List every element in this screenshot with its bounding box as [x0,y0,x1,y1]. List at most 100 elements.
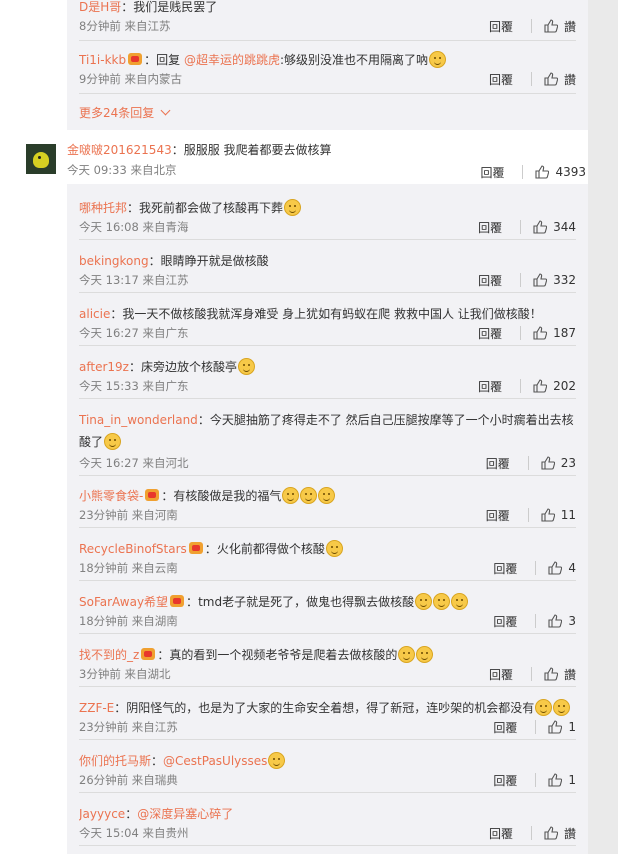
reply-location: 来自广东 [142,379,189,393]
reply-username[interactable]: Ti1i-kkb [79,53,126,67]
reply-username[interactable]: D是H哥 [79,0,121,14]
reply-button[interactable]: 回覆 [478,219,502,236]
reply-username[interactable]: 找不到的_z [79,648,139,662]
emoji-icon [415,593,433,610]
mention-link[interactable]: @CestPasUlysses [163,754,267,768]
reply-username[interactable]: 你们的托马斯 [79,754,151,768]
reply-content: 我们是贱民罢了 [133,0,218,14]
emoji-icon [433,593,451,610]
like-count: 23 [560,456,576,470]
like-button[interactable]: 讚 [544,666,576,683]
reply-username[interactable]: ZZF-E [79,701,114,715]
divider [520,379,522,393]
mention-link[interactable]: @深度异塞心碎了 [137,807,233,821]
thumbs-up-icon [544,19,558,33]
thumbs-up-icon [541,456,555,470]
reply-button[interactable]: 回覆 [478,272,502,289]
reply-item: Ti1i-kkb ：回复 @超幸运的跳跳虎:够级别没准也不用隔离了吶 9分钟前 来… [79,45,576,94]
comment-content: 服服服 我爬着都要去做核算 [183,143,332,157]
reply-button[interactable]: 回覆 [493,772,517,789]
like-button[interactable]: 4393 [535,165,586,179]
like-button[interactable]: 1 [548,720,576,734]
reply-button[interactable]: 回覆 [480,164,504,181]
reply-location: 来自贵州 [142,826,189,840]
reply-button[interactable]: 回覆 [493,719,517,736]
reply-item: Tina_in_wonderland：今天腿抽筋了疼得走不了 然后自己压腿按摩等… [79,405,576,476]
like-button[interactable]: 187 [533,326,576,340]
reply-location: 来自湖南 [131,614,178,628]
reply-button[interactable]: 回覆 [486,455,510,472]
reply-button[interactable]: 回覆 [489,18,513,35]
reply-text: 小熊零食袋- ：有核酸做是我的福气 [79,485,576,507]
emoji-icon [282,487,300,504]
thumbs-up-icon [533,326,548,340]
reply-meta: 9分钟前 来自内蒙古 [79,71,182,87]
divider [535,720,537,734]
mention-link[interactable]: @超幸运的跳跳虎 [184,53,280,67]
reply-content: 我死前都会做了核酸再下葬 [139,201,284,215]
like-button[interactable]: 332 [533,273,576,287]
divider [535,614,537,628]
reply-username[interactable]: 哪种托邦 [79,201,127,215]
reply-prefix: 回复 [156,53,181,67]
reply-time: 3分钟前 [79,667,121,681]
reply-button[interactable]: 回覆 [489,666,513,683]
reply-content: 火化前都得做个核酸 [216,542,325,556]
reply-username[interactable]: SoFarAway希望 [79,595,168,609]
more-replies-label: 更多24条回复 [79,106,155,120]
like-count: 讚 [563,19,576,34]
reply-item: D是H哥：我们是贱民罢了 8分钟前 来自江苏 回覆 讚 [79,0,576,41]
like-button[interactable]: 讚 [544,825,576,842]
more-replies-link[interactable]: 更多24条回复 [79,104,171,121]
like-button[interactable]: 23 [541,456,576,470]
like-button[interactable]: 11 [541,508,576,522]
thumbs-up-icon [544,826,558,840]
reply-time: 今天 13:17 [79,273,139,287]
reply-location: 来自江苏 [142,273,189,287]
reply-meta: 今天 13:17 来自江苏 [79,272,188,288]
reply-button[interactable]: 回覆 [489,71,513,88]
reply-actions: 回覆 4 [493,559,576,577]
thumbs-up-icon [548,720,563,734]
like-button[interactable]: 讚 [544,18,576,35]
reply-username[interactable]: bekingkong [79,254,149,268]
reply-username[interactable]: Tina_in_wonderland [79,413,198,427]
reply-content: 我一天不做核酸我就浑身难受 身上犹如有蚂蚁在爬 救救中国人 让我们做核酸！ [122,307,542,321]
reply-meta: 今天 16:27 来自广东 [79,325,188,341]
reply-button[interactable]: 回覆 [486,507,510,524]
reply-username[interactable]: 小熊零食袋- [79,489,143,503]
reply-button[interactable]: 回覆 [489,825,513,842]
like-button[interactable]: 344 [533,220,576,234]
reply-username[interactable]: Jayyyce [79,807,125,821]
like-button[interactable]: 202 [533,379,576,393]
like-count: 讚 [563,72,576,87]
reply-button[interactable]: 回覆 [493,613,517,630]
reply-button[interactable]: 回覆 [478,325,502,342]
reply-username[interactable]: alicie [79,307,110,321]
reply-meta: 3分钟前 来自湖北 [79,666,170,682]
reply-item: Jayyyce：@深度异塞心碎了 今天 15:04 来自贵州 回覆 讚 [79,799,576,846]
reply-text: bekingkong：眼睛睁开就是做核酸 [79,254,269,268]
comment-location: 来自北京 [130,163,177,177]
like-button[interactable]: 4 [548,561,576,575]
reply-time: 8分钟前 [79,19,121,33]
reply-item: 哪种托邦：我死前都会做了核酸再下葬 今天 16:08 来自青海 回覆 344 [79,193,576,240]
reply-actions: 回覆 1 [493,718,576,736]
reply-content: tmd老子就是死了，做鬼也得飘去做核酸 [198,595,415,609]
avatar[interactable] [26,144,56,174]
like-button[interactable]: 1 [548,773,576,787]
reply-meta: 23分钟前 来自河南 [79,507,178,523]
reply-button[interactable]: 回覆 [478,378,502,395]
like-count: 3 [568,614,576,628]
reply-username[interactable]: RecycleBinofStars [79,542,187,556]
reply-time: 今天 16:27 [79,456,139,470]
like-button[interactable]: 3 [548,614,576,628]
like-count: 讚 [563,826,576,841]
comment-username[interactable]: 金啵啵201621543 [67,143,172,157]
reply-content: 真的看到一个视频老爷爷是爬着去做核酸的 [169,648,398,662]
like-button[interactable]: 讚 [544,71,576,88]
reply-content: 阴阳怪气的，也是为了大家的生命安全着想，得了新冠，连吵架的机会都没有 [126,701,535,715]
reply-location: 来自江苏 [131,720,178,734]
reply-button[interactable]: 回覆 [493,560,517,577]
reply-username[interactable]: after19z [79,360,129,374]
